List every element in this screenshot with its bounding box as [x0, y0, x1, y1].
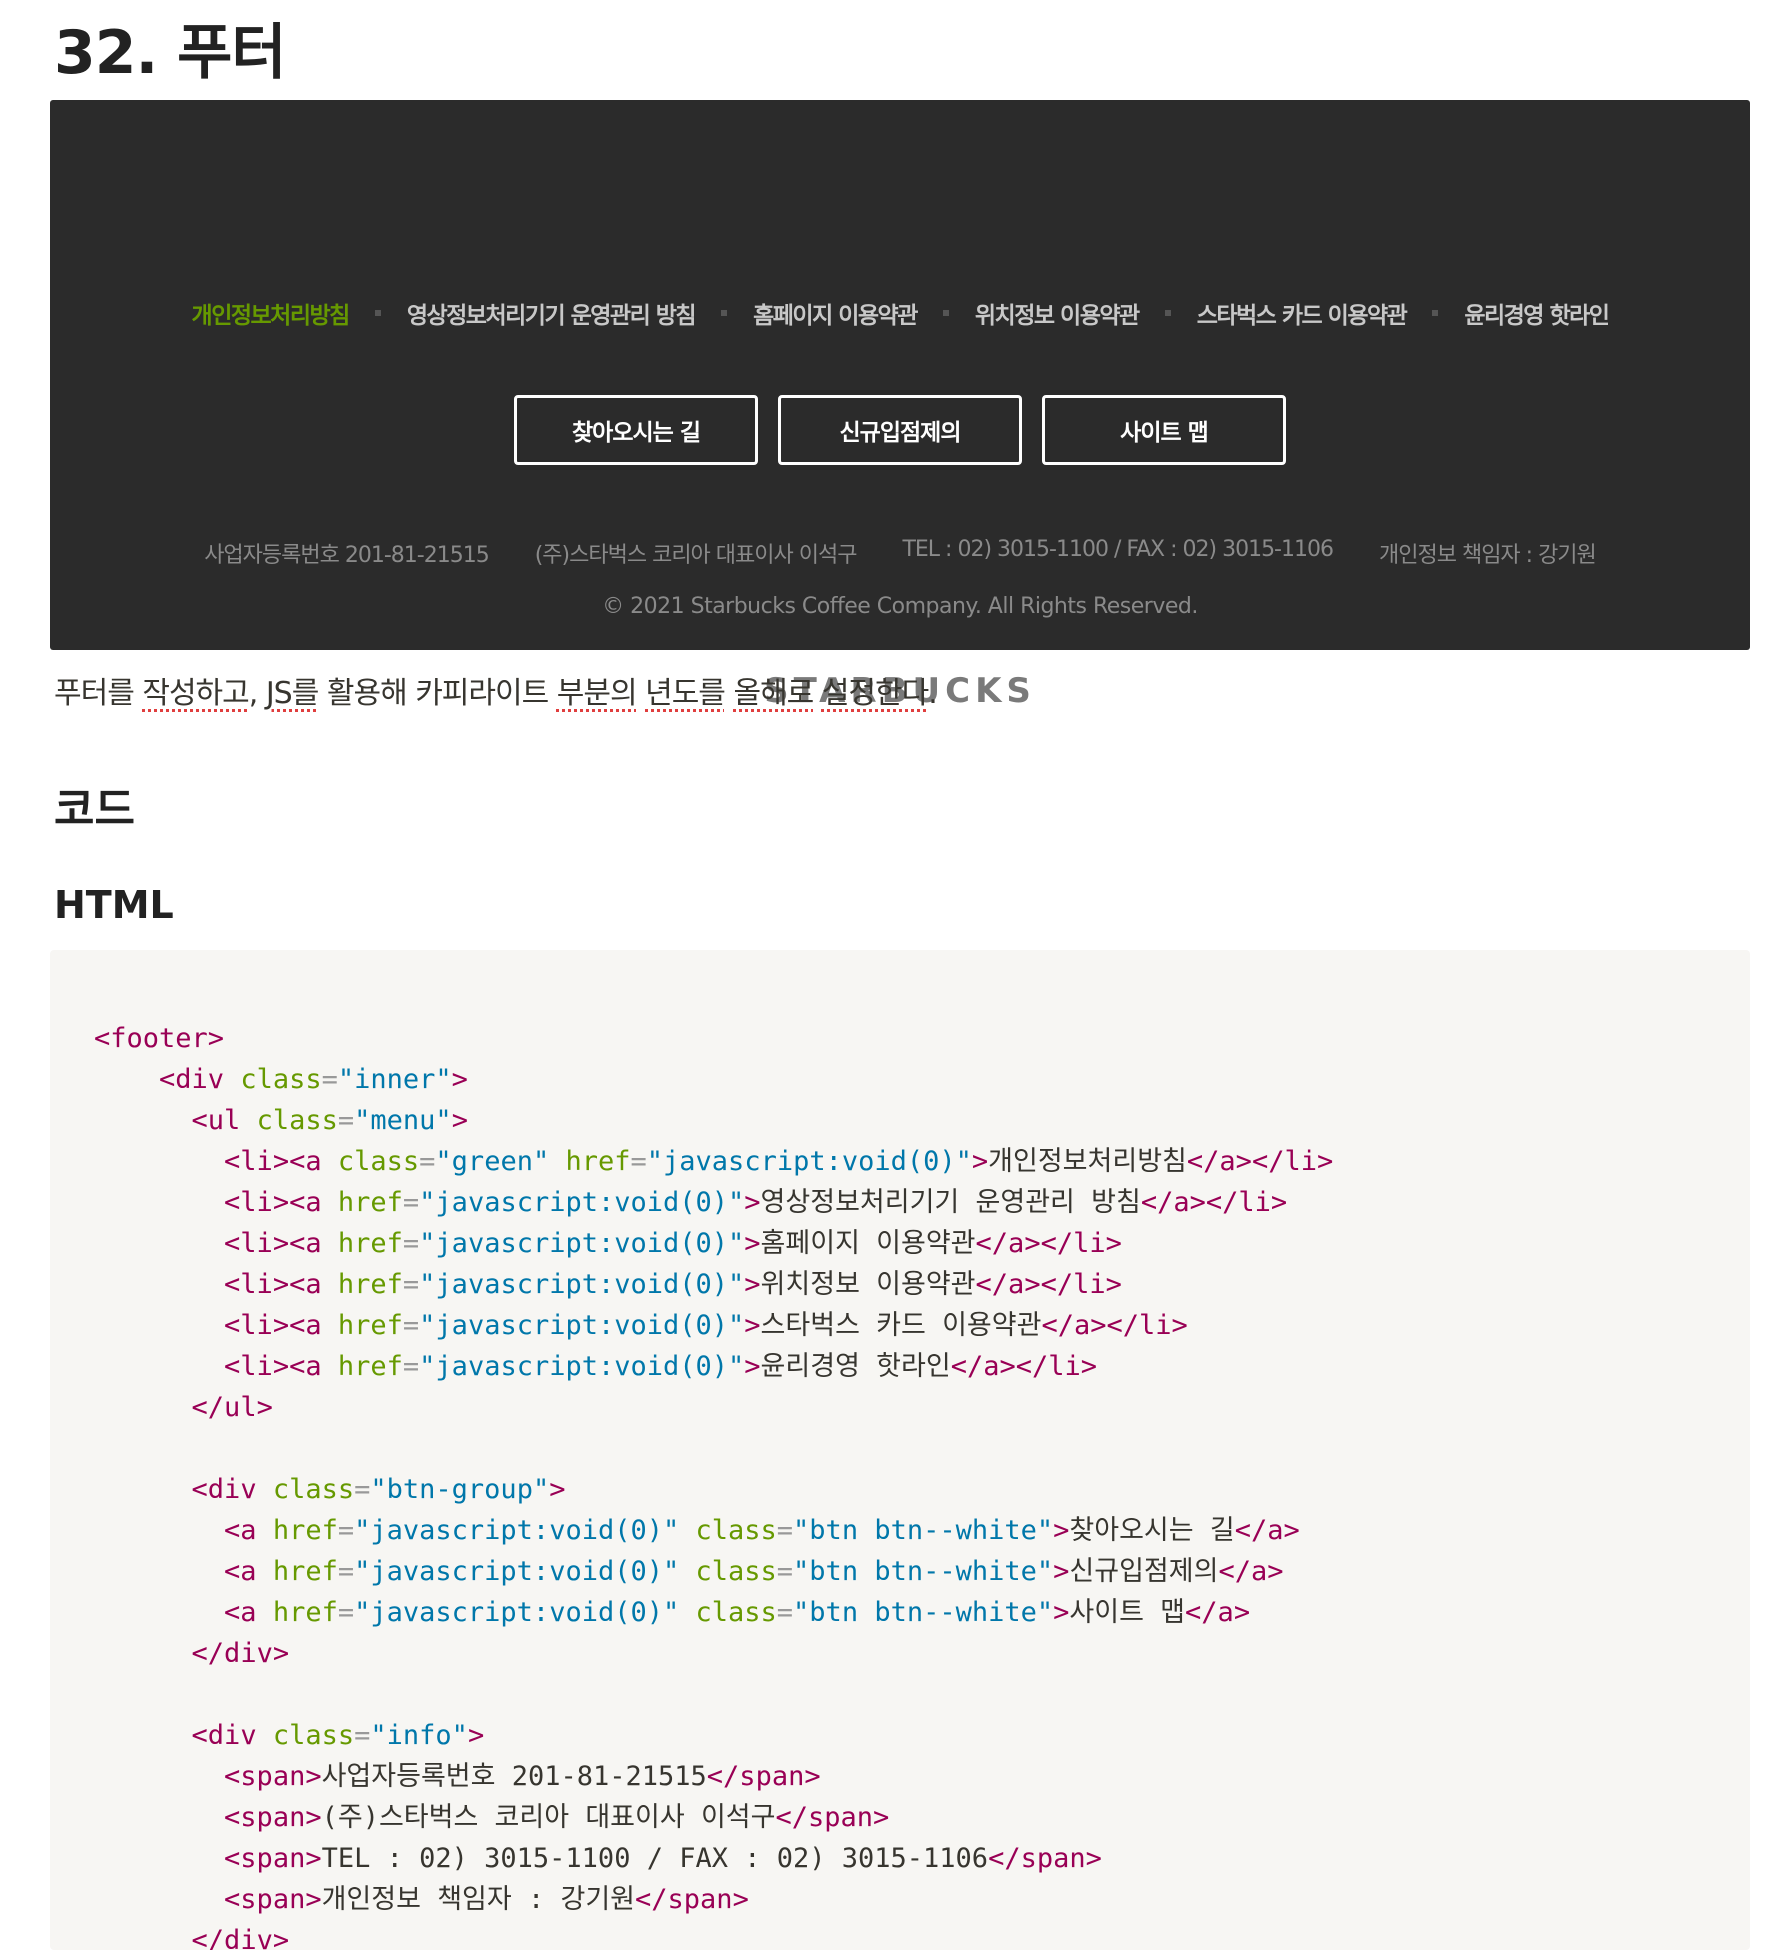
code-line: <div class="btn-group">: [191, 1474, 566, 1505]
footer-menu-item: 스타벅스 카드 이용약관: [1139, 296, 1408, 330]
description-fragment: .: [928, 676, 937, 711]
description-fragment: 푸터를: [54, 676, 143, 711]
description-fragment: 활용해 카피라이트: [318, 676, 557, 711]
code-line: <div class="inner">: [159, 1064, 468, 1095]
description-fragment: 작성하고: [142, 676, 249, 711]
description-text: 푸터를 작성하고, JS를 활용해 카피라이트 부분의 년도를 올해로 설정한다…: [54, 668, 938, 712]
code-line: <a href="javascript:void(0)" class="btn …: [224, 1556, 1284, 1587]
footer-menu: 개인정보처리방침 영상정보처리기기 운영관리 방침 홈페이지 이용약관 위치정보 이용…: [50, 296, 1750, 330]
page: 32. 푸터 개인정보처리방침 영상정보처리기기 운영관리 방침 홈페이지 이용약관…: [0, 0, 1790, 1950]
code-line: <a href="javascript:void(0)" class="btn …: [224, 1515, 1300, 1546]
code-line: <li><a href="javascript:void(0)">스타벅스 카드…: [224, 1310, 1188, 1341]
code-line: <li><a href="javascript:void(0)">윤리경영 핫라…: [224, 1351, 1098, 1382]
code-line: <li><a href="javascript:void(0)">홈페이지 이용…: [224, 1228, 1122, 1259]
menu-separator-dot: [721, 310, 728, 316]
code-line: <span>개인정보 책임자 : 강기원</span>: [224, 1884, 749, 1915]
subsection-title: HTML: [54, 883, 174, 927]
description-fragment: ,: [248, 676, 266, 711]
description-fragment: JS를: [265, 676, 319, 711]
menu-separator-dot: [942, 310, 949, 316]
footer-button[interactable]: 사이트 맵: [1042, 395, 1286, 465]
menu-separator-dot: [374, 310, 381, 316]
code-line: <footer>: [94, 1023, 225, 1054]
footer-menu-link[interactable]: 영상정보처리기기 운영관리 방침: [407, 296, 697, 330]
footer-menu-link[interactable]: 개인정보처리방침: [192, 296, 351, 330]
footer-menu-link[interactable]: 스타벅스 카드 이용약관: [1197, 296, 1408, 330]
footer-info-item: 사업자등록번호 201-81-21515: [204, 543, 490, 568]
footer-menu-item: 홈페이지 이용약관: [695, 296, 918, 330]
menu-separator-dot: [1432, 310, 1439, 316]
code-line: <a href="javascript:void(0)" class="btn …: [224, 1597, 1251, 1628]
description-fragment: 설정한다: [821, 676, 929, 711]
footer-menu-item: 위치정보 이용약관: [917, 296, 1140, 330]
footer-menu-item: 윤리경영 핫라인: [1406, 296, 1610, 330]
footer-button[interactable]: 신규입점제의: [778, 395, 1022, 465]
code-line: <span>TEL : 02) 3015-1100 / FAX : 02) 30…: [224, 1843, 1102, 1874]
code-line: <div class="info">: [191, 1720, 485, 1751]
code-line: <span>(주)스타벅스 코리아 대표이사 이석구</span>: [224, 1802, 890, 1833]
footer-info-item: (주)스타벅스 코리아 대표이사 이석구: [534, 543, 858, 568]
code-line: </ul>: [191, 1392, 273, 1423]
footer-copyright: © 2021 Starbucks Coffee Company. All Rig…: [602, 594, 1198, 619]
section-title: 코드: [54, 784, 135, 835]
description-fragment: 올해로: [733, 676, 814, 711]
code-line: <ul class="menu">: [191, 1105, 468, 1136]
description-fragment: 부분의: [556, 676, 638, 711]
footer-info: 사업자등록번호 201-81-21515 (주)스타벅스 코리아 대표이사 이석구…: [50, 537, 1750, 569]
code-line: <li><a href="javascript:void(0)">위치정보 이용…: [224, 1269, 1122, 1300]
page-title: 32. 푸터: [54, 18, 287, 88]
description-fragment: 년도를: [645, 676, 726, 711]
footer-button[interactable]: 찾아오시는 길: [514, 395, 758, 465]
code-block[interactable]: <footer> <div class="inner"> <ul class="…: [50, 950, 1750, 1950]
footer-menu-item: 개인정보처리방침: [192, 296, 351, 330]
footer-menu-item: 영상정보처리기기 운영관리 방침: [349, 296, 697, 330]
code-content: <footer> <div class="inner"> <ul class="…: [94, 1018, 1333, 1950]
footer-info-item: TEL : 02) 3015-1100 / FAX : 02) 3015-110…: [902, 537, 1334, 562]
code-line: <li><a href="javascript:void(0)">영상정보처리기…: [224, 1187, 1288, 1218]
description-fragment: [637, 676, 646, 711]
footer-menu-link[interactable]: 홈페이지 이용약관: [753, 296, 918, 330]
description-fragment: [813, 676, 822, 711]
footer-preview-image: 개인정보처리방침 영상정보처리기기 운영관리 방침 홈페이지 이용약관 위치정보 이용…: [50, 100, 1750, 711]
code-line: </div>: [191, 1925, 290, 1950]
menu-separator-dot: [1164, 310, 1171, 316]
footer-info-item: 개인정보 책임자 : 강기원: [1379, 543, 1597, 568]
code-line: </div>: [191, 1638, 290, 1669]
footer-menu-link[interactable]: 위치정보 이용약관: [975, 296, 1140, 330]
footer-button-group: 찾아오시는 길 신규입점제의 사이트 맵: [50, 395, 1750, 465]
code-line: <span>사업자등록번호 201-81-21515</span>: [224, 1761, 821, 1792]
code-line: <li><a class="green" href="javascript:vo…: [224, 1146, 1334, 1177]
footer-menu-link[interactable]: 윤리경영 핫라인: [1464, 296, 1610, 330]
